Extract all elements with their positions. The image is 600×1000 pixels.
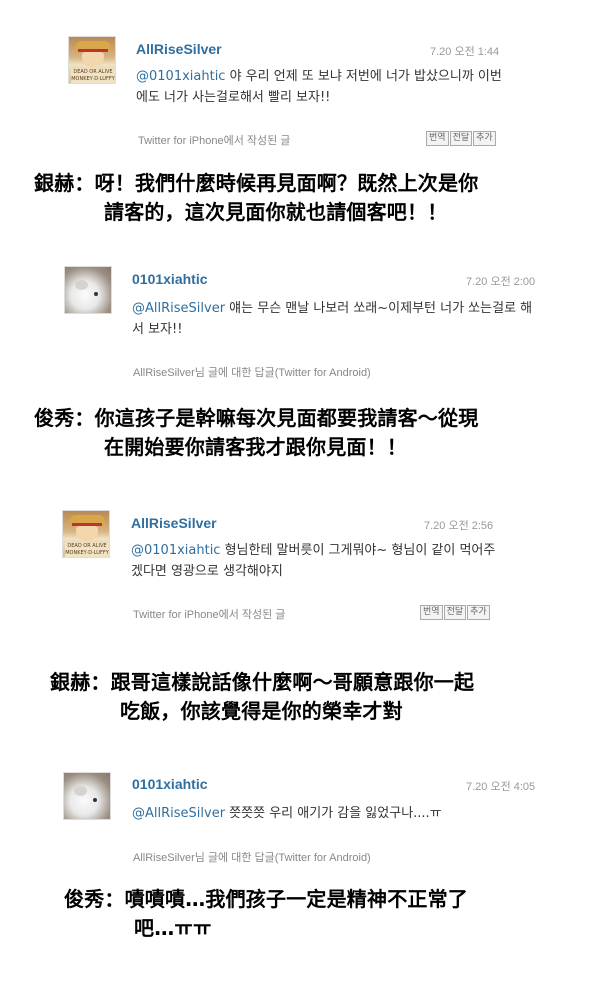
dog-ear-icon (75, 280, 88, 290)
translate-button[interactable]: 번역 (426, 131, 449, 146)
timestamp[interactable]: 7.20 오전 4:05 (466, 778, 535, 794)
caption-line-2: 吃飯，你該覺得是你的榮幸才對 (120, 699, 403, 723)
caption-line-2: 請客的，這次見面你就也請個客吧！！ (104, 200, 448, 224)
avatar[interactable]: DEAD OR ALIVE MONKEY·D·LUFFY (68, 36, 116, 84)
mention-link[interactable]: @0101xiahtic (136, 69, 225, 84)
tweet-actions: 번역 전달 추가 (420, 605, 490, 620)
tweet-text: @AllRiseSilver 얘는 무슨 맨날 나보러 쏘래~이제부턴 너가 쏘… (132, 298, 542, 340)
dog-ear-icon (74, 786, 87, 796)
add-button[interactable]: 추가 (467, 605, 490, 620)
caption-line-1: 俊秀：嘖嘖嘖…我們孩子一定是精神不正常了 (64, 887, 468, 911)
tweet-text: @0101xiahtic 야 우리 언제 또 보냐 저번에 너가 밥샀으니까 이… (136, 66, 512, 108)
timestamp[interactable]: 7.20 오전 2:56 (424, 517, 493, 533)
add-button[interactable]: 추가 (473, 131, 496, 146)
forward-button[interactable]: 전달 (443, 605, 467, 620)
face-icon (82, 52, 104, 67)
username[interactable]: 0101xiahtic (132, 776, 208, 792)
tweet-source[interactable]: AllRiseSilver님 글에 대한 답글(Twitter for Andr… (133, 849, 371, 865)
timestamp[interactable]: 7.20 오전 2:00 (466, 273, 535, 289)
tweet-text: @0101xiahtic 형님한테 말버릇이 그게뭐야~ 형님이 같이 먹어주겠… (131, 540, 507, 582)
timestamp[interactable]: 7.20 오전 1:44 (430, 43, 499, 59)
avatar[interactable]: DEAD OR ALIVE MONKEY·D·LUFFY (62, 510, 110, 558)
avatar[interactable] (63, 772, 111, 820)
caption-4: 俊秀：嘖嘖嘖…我們孩子一定是精神不正常了 吧…ㅠㅠ (64, 885, 468, 943)
forward-button[interactable]: 전달 (449, 131, 473, 146)
caption-line-1: 銀赫：呀！我們什麼時候再見面啊？既然上次是你 (34, 171, 479, 195)
caption-line-1: 俊秀：你這孩子是幹嘛每次見面都要我請客～從現 (34, 406, 479, 430)
tweet-source[interactable]: Twitter for iPhone에서 작성된 글 (133, 606, 285, 622)
tweet-actions: 번역 전달 추가 (426, 131, 496, 146)
username[interactable]: 0101xiahtic (132, 271, 208, 287)
dog-nose-icon (93, 798, 97, 802)
username[interactable]: AllRiseSilver (131, 515, 217, 531)
username[interactable]: AllRiseSilver (136, 41, 222, 57)
translate-button[interactable]: 번역 (420, 605, 443, 620)
wanted-poster-text: DEAD OR ALIVE MONKEY·D·LUFFY (71, 69, 115, 83)
dog-nose-icon (94, 292, 98, 296)
caption-line-2: 在開始要你請客我才跟你見面！！ (104, 435, 407, 459)
tweet-source[interactable]: Twitter for iPhone에서 작성된 글 (138, 132, 290, 148)
avatar[interactable] (64, 266, 112, 314)
caption-line-1: 銀赫：跟哥這樣說話像什麼啊～哥願意跟你一起 (50, 670, 475, 694)
tweet-source[interactable]: AllRiseSilver님 글에 대한 답글(Twitter for Andr… (133, 364, 371, 380)
caption-1: 銀赫：呀！我們什麼時候再見面啊？既然上次是你 請客的，這次見面你就也請個客吧！！ (34, 169, 478, 227)
caption-line-2: 吧…ㅠㅠ (134, 916, 212, 940)
caption-3: 銀赫：跟哥這樣說話像什麼啊～哥願意跟你一起 吃飯，你該覺得是你的榮幸才對 (50, 668, 474, 726)
mention-link[interactable]: @AllRiseSilver (132, 301, 225, 316)
caption-2: 俊秀：你這孩子是幹嘛每次見面都要我請客～從現 在開始要你請客我才跟你見面！！ (34, 404, 478, 462)
mention-link[interactable]: @AllRiseSilver (132, 806, 225, 821)
tweet-text: @AllRiseSilver 쯧쯧쯧 우리 애기가 감을 잃었구나....ㅠ (132, 803, 552, 824)
tweet-message: 쯧쯧쯧 우리 애기가 감을 잃었구나....ㅠ (225, 806, 442, 821)
wanted-poster-text: DEAD OR ALIVE MONKEY·D·LUFFY (65, 543, 109, 557)
face-icon (76, 526, 98, 541)
mention-link[interactable]: @0101xiahtic (131, 543, 220, 558)
